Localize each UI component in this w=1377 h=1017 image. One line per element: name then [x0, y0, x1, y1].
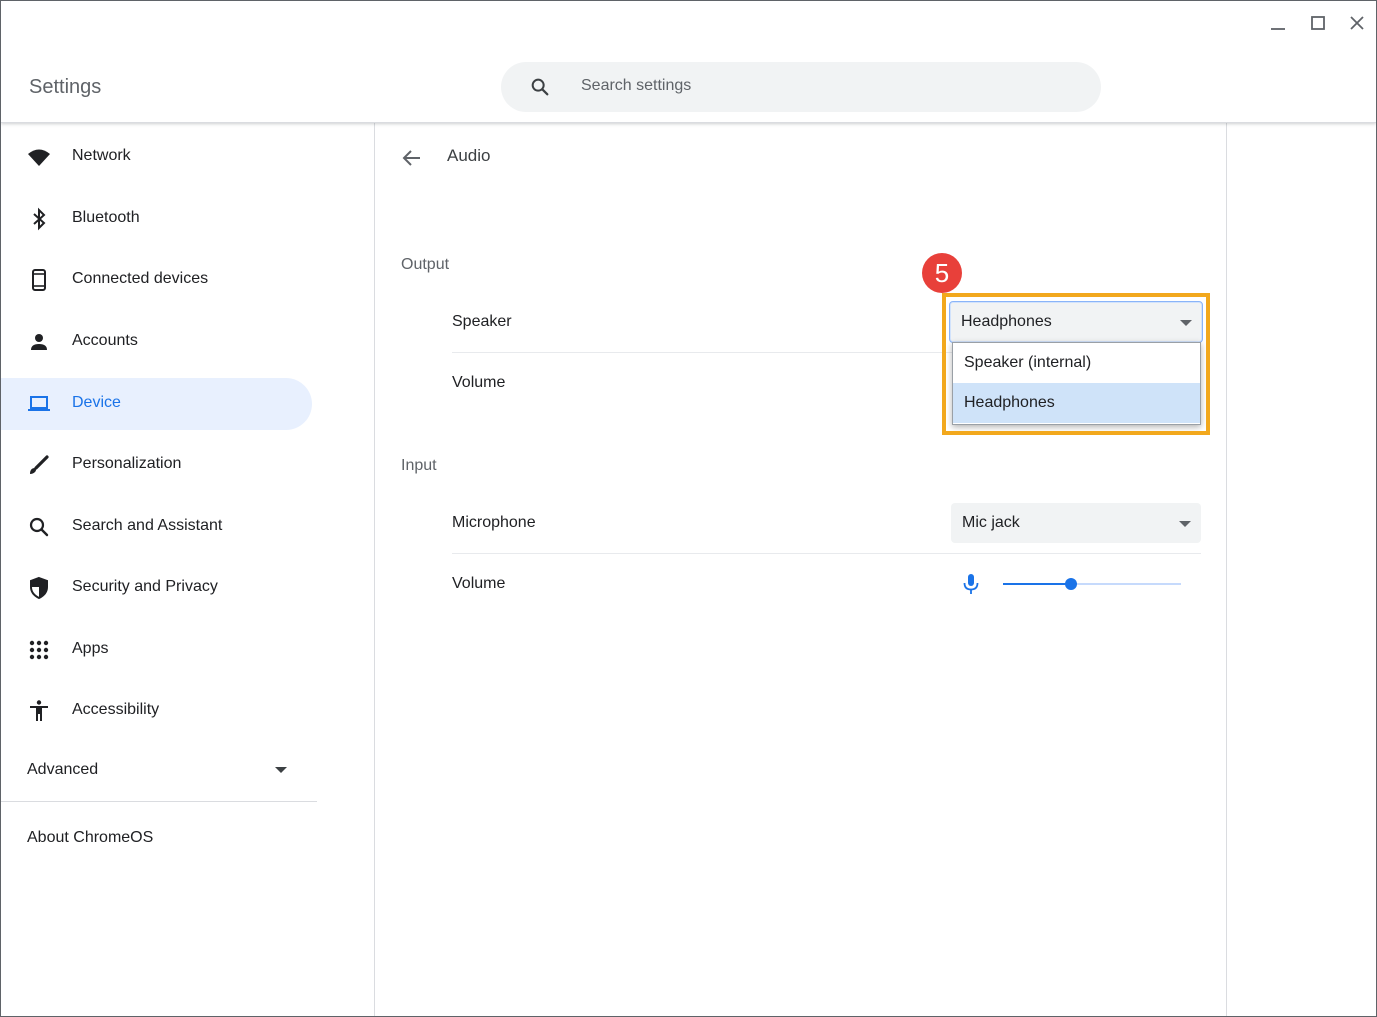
laptop-icon: [28, 396, 50, 411]
sidebar-item-label: Network: [72, 147, 131, 164]
advanced-toggle[interactable]: Advanced: [27, 759, 297, 783]
sidebar-item-label: Search and Assistant: [72, 517, 223, 534]
step-number-badge: 5: [922, 253, 962, 293]
search-icon: [29, 517, 49, 537]
caret-down-icon: [275, 767, 287, 773]
sidebar: Network Bluetooth Connected devices Acco…: [1, 123, 375, 1016]
about-chromeos-link[interactable]: About ChromeOS: [27, 829, 153, 847]
input-section-heading: Input: [401, 457, 437, 474]
person-icon: [31, 334, 47, 350]
search-icon: [531, 78, 549, 96]
slider-thumb[interactable]: [1064, 578, 1077, 590]
sidebar-item-label: Bluetooth: [72, 209, 140, 226]
sidebar-item-personalization[interactable]: Personalization: [1, 439, 312, 491]
output-volume-label: Volume: [452, 374, 506, 391]
settings-window: Settings Search settings Network Bluetoo…: [0, 0, 1377, 1017]
dropdown-arrow-icon: [1179, 521, 1191, 527]
sidebar-item-device[interactable]: Device: [1, 378, 312, 430]
sidebar-item-apps[interactable]: Apps: [1, 624, 312, 676]
sidebar-item-label: Personalization: [72, 455, 182, 472]
microphone-select[interactable]: Mic jack: [951, 503, 1201, 543]
input-volume-slider[interactable]: [1003, 578, 1181, 590]
brush-icon: [30, 455, 49, 474]
maximize-icon[interactable]: [1307, 13, 1329, 35]
search-input[interactable]: Search settings: [581, 77, 691, 95]
slider-fill: [1003, 583, 1071, 585]
sidebar-item-network[interactable]: Network: [1, 131, 312, 183]
minimize-icon[interactable]: [1267, 13, 1289, 35]
sidebar-item-connected-devices[interactable]: Connected devices: [1, 254, 312, 306]
back-arrow-icon[interactable]: [401, 147, 423, 169]
bluetooth-icon: [33, 207, 46, 231]
phone-icon: [32, 269, 46, 291]
sidebar-item-search-and-assistant[interactable]: Search and Assistant: [1, 501, 312, 553]
annotation-highlight-box: [942, 293, 1210, 435]
advanced-label: Advanced: [27, 761, 99, 778]
shield-icon: [30, 576, 48, 600]
sidebar-item-label: Connected devices: [72, 270, 209, 287]
sidebar-divider: [1, 801, 317, 802]
apps-grid-icon: [29, 640, 49, 660]
accessibility-icon: [30, 700, 48, 721]
sidebar-item-label: Device: [72, 394, 121, 411]
sidebar-item-accessibility[interactable]: Accessibility: [1, 685, 312, 737]
app-title: Settings: [29, 76, 102, 98]
close-icon[interactable]: [1346, 13, 1368, 35]
input-volume-label: Volume: [452, 575, 506, 592]
search-box[interactable]: Search settings: [501, 62, 1101, 112]
header-bar: Settings Search settings: [1, 1, 1376, 123]
sidebar-item-bluetooth[interactable]: Bluetooth: [1, 193, 312, 245]
sidebar-item-label: Apps: [72, 640, 109, 657]
wifi-icon: [28, 149, 50, 166]
microphone-label: Microphone: [452, 514, 536, 531]
microphone-icon[interactable]: [960, 573, 982, 595]
main-panel: Audio Output Speaker Headphones Volume S…: [375, 123, 1227, 1016]
page-title: Audio: [447, 146, 491, 165]
output-section-heading: Output: [401, 256, 450, 273]
row-divider: [452, 553, 1201, 554]
sidebar-item-accounts[interactable]: Accounts: [1, 316, 312, 368]
sidebar-item-label: Accessibility: [72, 701, 160, 718]
speaker-label: Speaker: [452, 313, 512, 330]
microphone-select-value: Mic jack: [962, 514, 1020, 531]
sidebar-item-security-and-privacy[interactable]: Security and Privacy: [1, 562, 312, 614]
sidebar-item-label: Accounts: [72, 332, 138, 349]
sidebar-item-label: Security and Privacy: [72, 578, 218, 595]
